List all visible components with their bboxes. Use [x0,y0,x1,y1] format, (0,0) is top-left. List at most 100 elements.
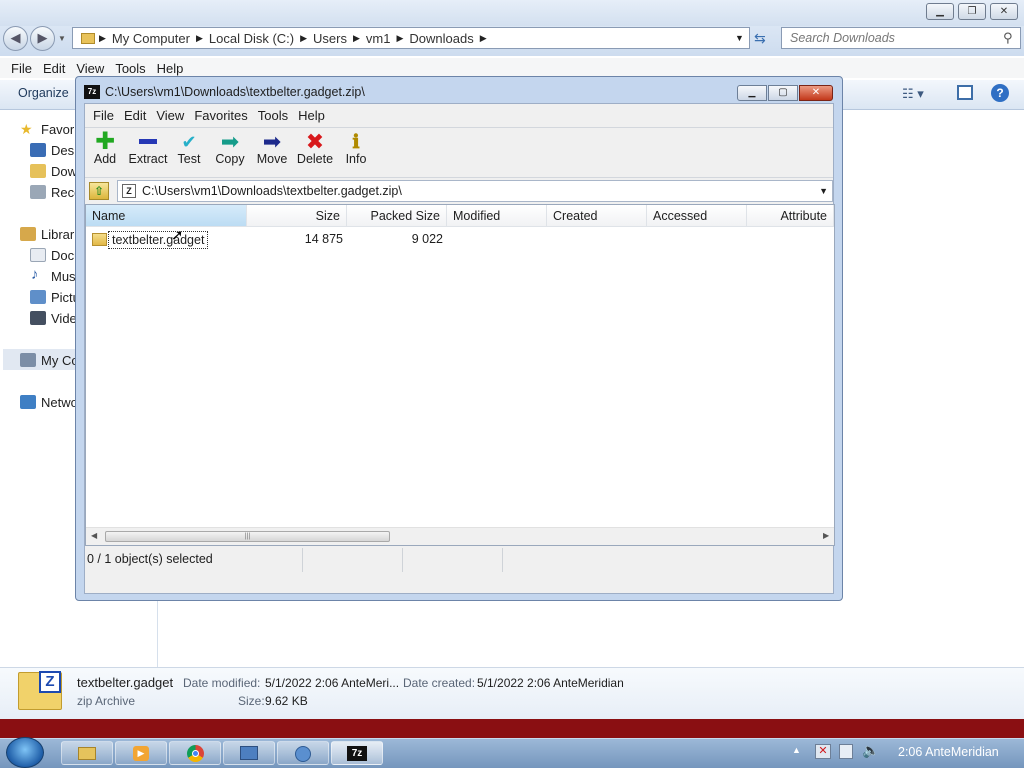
breadcrumb-local-disk[interactable]: Local Disk (C:) [209,31,294,46]
horizontal-scrollbar[interactable]: ◀ ||| ▶ [86,527,834,545]
7zip-menu-bar: File Edit View Favorites Tools Help [85,104,833,126]
7zip-menu-view[interactable]: View [156,108,184,123]
details-modified-label: Date modified: [183,676,261,690]
nav-recent-places[interactable]: Recent Places [51,185,76,200]
nav-pictures[interactable]: Pictures [51,290,76,305]
network-tool-icon [295,746,311,762]
delete-button[interactable]: ✖ Delete [295,129,335,167]
breadcrumb-my-computer[interactable]: My Computer [112,31,190,46]
taskbar-7zip-button[interactable]: 7z [331,741,383,765]
nav-music[interactable]: Music [51,269,76,284]
nav-desktop[interactable]: Desktop [51,143,76,158]
details-modified-value: 5/1/2022 2:06 AnteMeri... [265,676,400,690]
nav-favorites[interactable]: Favorites [41,122,76,137]
recent-pages-chevron-icon[interactable]: ▼ [58,34,66,43]
music-icon: ♪ [31,266,39,283]
selection-status: 0 / 1 object(s) selected [85,548,303,572]
copy-button[interactable]: ➡ Copy [212,131,248,167]
address-history-dropdown-icon[interactable]: ▼ [819,186,828,196]
column-header-attributes[interactable]: Attribute [747,205,834,227]
nav-network[interactable]: Network [41,395,76,410]
column-header-name[interactable]: Name [86,205,247,227]
column-header-packed-size[interactable]: Packed Size [347,205,447,227]
nav-documents[interactable]: Documents [51,248,76,263]
explorer-restore-button[interactable]: ❐ [958,3,986,20]
details-created-label: Date created: [403,676,476,690]
nav-libraries[interactable]: Libraries [41,227,76,242]
refresh-icon[interactable]: ⇆ [754,30,766,47]
row-packed-size: 9 022 [411,232,443,246]
7zip-menu-help[interactable]: Help [298,108,325,123]
address-dropdown-icon[interactable]: ▼ [735,33,744,43]
taskbar-media-player-button[interactable]: ▶ [115,741,167,765]
column-header-accessed[interactable]: Accessed [647,205,747,227]
network-icon [20,395,36,409]
views-icon[interactable]: ☷ ▾ [902,86,924,102]
7zip-menu-file[interactable]: File [93,108,114,123]
7zip-menu-edit[interactable]: Edit [124,108,146,123]
plus-icon: ✚ [94,128,116,155]
taskbar-chrome-button[interactable] [169,741,221,765]
action-center-icon[interactable]: ✕ [815,744,831,759]
network-status-icon[interactable] [839,744,853,759]
delete-x-icon: ✖ [305,129,325,154]
move-button[interactable]: ➡ Move [254,129,290,167]
help-icon[interactable]: ? [991,84,1009,102]
nav-my-computer[interactable]: My Computer [41,353,76,368]
7zip-close-button[interactable]: ✕ [799,85,833,101]
taskbar-remote-desktop-button[interactable] [223,741,275,765]
taskbar-clock[interactable]: 2:06 AnteMeridian [898,745,999,759]
nav-videos[interactable]: Videos [51,311,76,326]
column-header-created[interactable]: Created [547,205,647,227]
preview-pane-icon[interactable] [957,85,973,100]
forward-button[interactable]: ▶ [30,26,55,51]
mouse-cursor-icon: ➚ [171,227,184,244]
table-row[interactable]: textbelter.gadget 14 875 9 022 [88,231,443,250]
archive-file-list: Name Size Packed Size Modified Created A… [85,204,835,546]
show-hidden-icons-icon[interactable]: ▲ [792,745,801,755]
scroll-right-icon[interactable]: ▶ [823,531,829,540]
scroll-left-icon[interactable]: ◀ [91,531,97,540]
7zip-minimize-button[interactable]: ▁ [737,85,767,101]
search-input[interactable]: Search Downloads [781,27,1021,49]
remote-desktop-icon [240,746,258,760]
volume-icon[interactable]: 🔈 [862,742,879,759]
7zip-menu-favorites[interactable]: Favorites [194,108,247,123]
start-button[interactable] [6,737,44,768]
nav-downloads[interactable]: Downloads [51,164,76,179]
info-button[interactable]: ℹ Info [341,132,371,166]
back-button[interactable]: ◀ [3,26,28,51]
folder-icon [92,233,107,246]
explorer-menu-help[interactable]: Help [157,61,184,76]
organize-button[interactable]: Organize [18,86,69,100]
column-header-size[interactable]: Size [247,205,347,227]
details-size-value: 9.62 KB [265,694,308,708]
explorer-close-button[interactable]: ✕ [990,3,1018,20]
7zip-address-bar[interactable]: Z C:\Users\vm1\Downloads\textbelter.gadg… [117,180,833,202]
taskbar-network-tool-button[interactable] [277,741,329,765]
explorer-minimize-button[interactable]: ▁ [926,3,954,20]
explorer-menu-file[interactable]: File [11,61,32,76]
breadcrumb-users[interactable]: Users [313,31,347,46]
7zip-menu-tools[interactable]: Tools [258,108,288,123]
scrollbar-thumb[interactable]: ||| [105,531,390,542]
column-header-modified[interactable]: Modified [447,205,547,227]
explorer-menu-view[interactable]: View [76,61,104,76]
move-arrow-icon: ➡ [262,129,282,154]
7zip-icon: 7z [347,746,367,761]
search-icon[interactable]: ⚲ [1003,30,1013,46]
checkmark-icon: ✔ [181,132,197,152]
extract-button[interactable]: Extract [126,132,170,166]
add-button[interactable]: ✚ Add [88,128,122,167]
explorer-address-bar[interactable]: ▶ My Computer ▶ Local Disk (C:) ▶ Users … [72,27,750,49]
7zip-maximize-button[interactable]: ▢ [768,85,798,101]
7zip-window: 7z C:\Users\vm1\Downloads\textbelter.gad… [75,76,843,601]
breadcrumb-vm1[interactable]: vm1 [366,31,391,46]
explorer-menu-edit[interactable]: Edit [43,61,65,76]
breadcrumb-downloads[interactable]: Downloads [409,31,473,46]
downloads-folder-icon [30,164,46,178]
folder-up-icon[interactable]: ⇧ [89,182,109,200]
taskbar-explorer-button[interactable] [61,741,113,765]
test-button[interactable]: ✔ Test [173,132,205,166]
explorer-menu-tools[interactable]: Tools [115,61,145,76]
